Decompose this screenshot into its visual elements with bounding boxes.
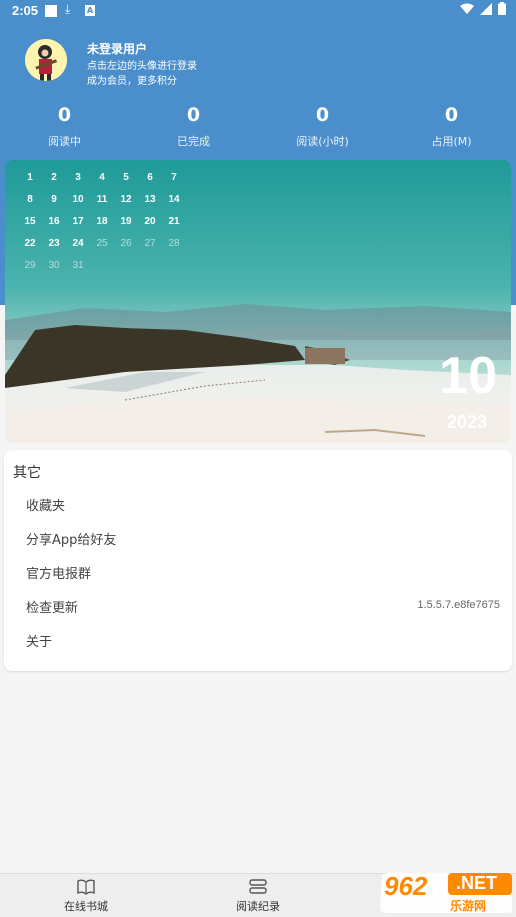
nav-online-bookstore[interactable]: 在线书城 [26, 874, 146, 917]
calendar-day: 28 [168, 238, 180, 249]
calendar-day: 31 [72, 260, 84, 271]
calendar-day: 11 [96, 194, 108, 205]
calendar-banner: 1 2 3 4 5 6 7 8 9 10 11 12 13 14 15 16 17 18 19 20 21 22 23 24 2… [5, 160, 511, 443]
menu-item-share-app[interactable]: 分享App给好友 [4, 521, 512, 555]
calendar-day: 7 [171, 172, 177, 183]
profile-section: 未登录用户 点击左边的头像进行登录 成为会员，更多积分 [25, 39, 465, 87]
other-section-card: 其它 收藏夹 分享App给好友 官方电报群 检查更新 1.5.5.7.e8fe7… [4, 450, 512, 671]
section-title: 其它 [13, 465, 41, 481]
stat-reading[interactable]: 0 阅读中 [0, 104, 129, 149]
stat-reading-hours[interactable]: 0 阅读(小时) [258, 104, 387, 149]
calendar-day: 23 [48, 238, 60, 249]
stat-value: 0 [315, 104, 330, 126]
calendar-day: 10 [72, 194, 84, 205]
calendar-day: 12 [120, 194, 132, 205]
nav-label: 阅读纪录 [236, 900, 280, 913]
calendar-day: 20 [144, 216, 156, 227]
battery-icon [498, 2, 506, 15]
menu-item-favorites[interactable]: 收藏夹 [4, 487, 512, 521]
calendar-day: 30 [48, 260, 60, 271]
member-hint: 成为会员，更多积分 [87, 76, 177, 87]
wifi-icon [460, 3, 474, 14]
calendar-day: 4 [99, 172, 105, 183]
calendar-day: 17 [72, 216, 84, 227]
stat-label: 阅读中 [48, 135, 81, 148]
avatar-character-icon [25, 39, 67, 81]
menu-item-label: 官方电报群 [26, 567, 92, 582]
stat-value: 0 [186, 104, 201, 126]
app-notification-icon: A [85, 5, 95, 16]
nav-label: 在线书城 [64, 900, 108, 913]
menu-item-about[interactable]: 关于 [4, 623, 512, 657]
menu-item-check-update[interactable]: 检查更新 1.5.5.7.e8fe7675 [4, 589, 512, 623]
calendar-grid: 1 2 3 4 5 6 7 8 9 10 11 12 13 14 15 16 17 18 19 20 21 22 23 24 2… [18, 170, 186, 274]
calendar-day: 8 [27, 194, 33, 205]
username[interactable]: 未登录用户 [87, 40, 147, 57]
calendar-day: 25 [96, 238, 108, 249]
calendar-day: 18 [96, 216, 108, 227]
calendar-month: 10 [439, 347, 497, 405]
notification-square-icon [45, 5, 57, 17]
stat-storage[interactable]: 0 占用(M) [387, 104, 516, 149]
calendar-day: 1 [27, 172, 33, 183]
watermark-text: 乐游网 [450, 899, 487, 913]
version-text: 1.5.5.7.e8fe7675 [417, 599, 500, 611]
stat-value: 0 [444, 104, 459, 126]
calendar-day: 3 [75, 172, 81, 183]
login-hint: 点击左边的头像进行登录 [87, 61, 197, 72]
calendar-day: 13 [144, 194, 156, 205]
stat-label: 已完成 [177, 135, 210, 148]
stat-label: 占用(M) [431, 135, 472, 148]
nav-reading-history[interactable]: 阅读纪录 [198, 874, 318, 917]
menu-item-label: 分享App给好友 [26, 533, 117, 548]
status-time: 2:05 [12, 3, 39, 18]
stack-icon [249, 879, 267, 894]
calendar-day: 14 [168, 194, 180, 205]
stat-label: 阅读(小时) [296, 135, 349, 148]
calendar-day: 9 [51, 194, 57, 205]
avatar[interactable] [25, 39, 67, 81]
stat-finished[interactable]: 0 已完成 [129, 104, 258, 149]
signal-icon [480, 2, 492, 15]
menu-item-label: 检查更新 [26, 601, 79, 616]
calendar-day: 22 [24, 238, 36, 249]
site-watermark: 962 .NET 乐游网 [378, 871, 514, 915]
watermark-number: 962 [384, 871, 428, 901]
book-open-icon [77, 879, 95, 895]
calendar-day: 24 [72, 238, 84, 249]
calendar-day: 27 [144, 238, 156, 249]
menu-item-label: 关于 [26, 635, 53, 650]
watermark-net: .NET [456, 873, 498, 893]
calendar-day: 21 [168, 216, 180, 227]
calendar-day: 29 [24, 260, 36, 271]
calendar-day: 26 [120, 238, 132, 249]
calendar-year: 2023 [446, 412, 487, 432]
calendar-day: 15 [24, 216, 36, 227]
calendar-day: 5 [123, 172, 129, 183]
calendar-day: 2 [51, 172, 57, 183]
stats-row: 0 阅读中 0 已完成 0 阅读(小时) 0 占用(M) [0, 104, 516, 149]
stat-value: 0 [57, 104, 72, 126]
menu-item-label: 收藏夹 [26, 499, 66, 514]
status-bar: 2:05 ⤓ A [0, 0, 516, 22]
menu-item-telegram-group[interactable]: 官方电报群 [4, 555, 512, 589]
calendar-day: 19 [120, 216, 132, 227]
calendar-day: 16 [48, 216, 60, 227]
calendar-day: 6 [147, 172, 153, 183]
download-icon: ⤓ [65, 2, 71, 16]
